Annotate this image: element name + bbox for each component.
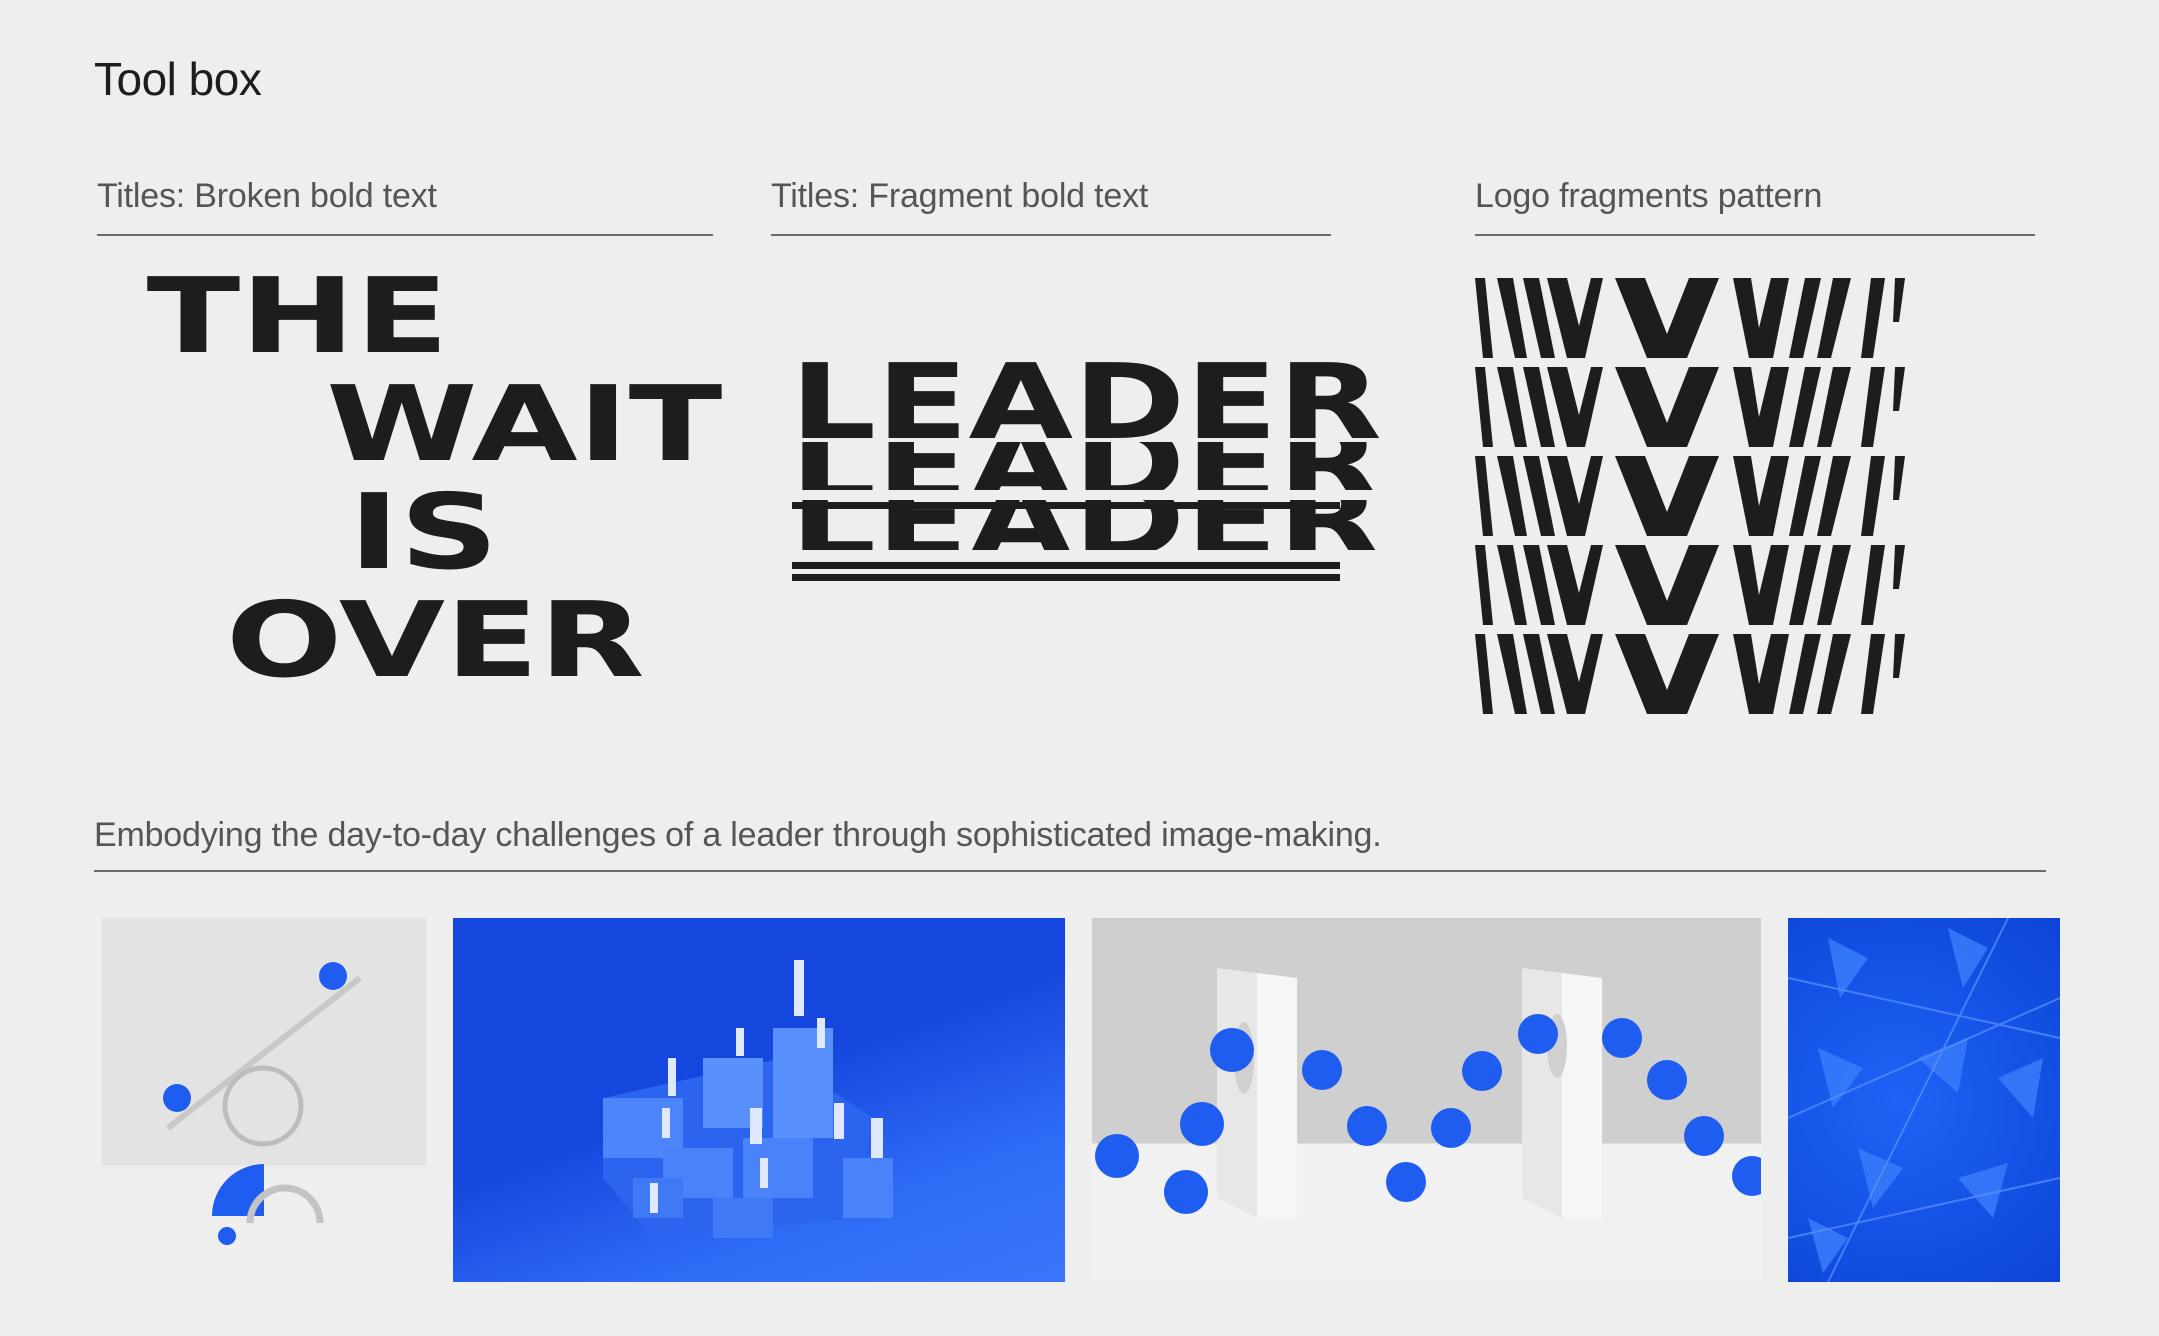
chess-pieces-image: [453, 918, 1065, 1282]
section-label-logo: Logo fragments pattern: [1475, 177, 1823, 215]
logo-fragment-row: [1475, 278, 1905, 358]
broken-title-line: WAIT: [326, 363, 723, 485]
section-label-fragment: Titles: Fragment bold text: [771, 177, 1149, 215]
section-label-broken: Titles: Broken bold text: [97, 177, 437, 215]
blue-paper-texture-image: [1788, 918, 2060, 1282]
logo-fragment-row: [1475, 634, 1905, 714]
page-title: Tool box: [94, 53, 262, 105]
fragment-row: LEADER: [790, 350, 1382, 438]
broken-title-line: THE: [146, 255, 449, 377]
balance-sculpture-image: [102, 918, 426, 1282]
logo-fragment-row: [1475, 367, 1905, 447]
spheres-and-panels-image: [1092, 918, 1761, 1282]
logo-fragments-pattern: [1475, 278, 1905, 714]
fragment-bold-title: LEADER LEADER LEADER: [790, 350, 1382, 590]
fragment-row: LEADER: [790, 442, 1382, 490]
section-broken-text: Titles: Broken bold text: [97, 172, 713, 236]
fragment-word: LEADER: [790, 500, 1382, 550]
fragment-bar: [792, 574, 1340, 581]
fragment-word: LEADER: [790, 350, 1382, 438]
broken-bold-title: THE WAIT IS OVER: [140, 255, 723, 701]
fragment-row: LEADER: [790, 500, 1382, 550]
fragment-bar: [792, 562, 1340, 569]
section-logo-pattern: Logo fragments pattern: [1475, 172, 2035, 236]
tagline-section: Embodying the day-to-day challenges of a…: [94, 810, 2046, 872]
fragment-word: LEADER: [790, 442, 1382, 490]
logo-fragment-row: [1475, 545, 1905, 625]
section-fragment-text: Titles: Fragment bold text: [771, 172, 1331, 236]
tagline: Embodying the day-to-day challenges of a…: [94, 816, 1382, 854]
logo-fragment-row: [1475, 456, 1905, 536]
broken-title-line: IS: [348, 471, 499, 593]
broken-title-line: OVER: [225, 579, 645, 701]
